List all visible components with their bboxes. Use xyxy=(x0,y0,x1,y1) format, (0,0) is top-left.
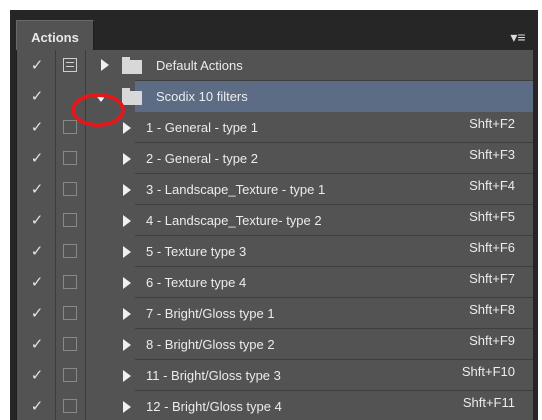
action-set-row-default-actions[interactable]: ✓ Default Actions xyxy=(17,50,533,81)
action-row[interactable]: ✓ 8 - Bright/Gloss type 2 Shft+F9 xyxy=(17,329,533,360)
toggle-item-checkmark[interactable]: ✓ xyxy=(27,267,47,298)
expand-triangle-icon[interactable] xyxy=(123,401,131,413)
expand-triangle-icon[interactable] xyxy=(123,215,131,227)
action-shortcut: Shft+F3 xyxy=(469,147,515,162)
toggle-item-checkmark[interactable]: ✓ xyxy=(27,112,47,143)
toggle-item-checkmark[interactable]: ✓ xyxy=(27,391,47,420)
expand-triangle-icon[interactable] xyxy=(123,308,131,320)
expand-triangle-icon[interactable] xyxy=(123,277,131,289)
action-label: 1 - General - type 1 xyxy=(146,120,258,135)
action-shortcut: Shft+F8 xyxy=(469,302,515,317)
toggle-item-checkmark[interactable]: ✓ xyxy=(27,205,47,236)
expand-triangle-icon[interactable] xyxy=(123,246,131,258)
action-row[interactable]: ✓ 12 - Bright/Gloss type 4 Shft+F11 xyxy=(17,391,533,420)
actions-panel-window: Actions ▾≡ ✓ Default Actions ✓ Scodix 10… xyxy=(10,10,538,420)
expand-triangle-icon[interactable] xyxy=(123,339,131,351)
action-row[interactable]: ✓ 5 - Texture type 3 Shft+F6 xyxy=(17,236,533,267)
action-shortcut: Shft+F2 xyxy=(469,116,515,131)
toggle-dialog-icon[interactable] xyxy=(63,213,77,227)
toggle-dialog-icon[interactable] xyxy=(63,399,77,413)
toggle-item-checkmark[interactable]: ✓ xyxy=(27,236,47,267)
action-shortcut: Shft+F7 xyxy=(469,271,515,286)
expand-triangle-icon[interactable] xyxy=(101,59,109,71)
toggle-dialog-icon[interactable] xyxy=(63,244,77,258)
toggle-dialog-icon[interactable] xyxy=(63,58,77,72)
toggle-dialog-icon[interactable] xyxy=(63,368,77,382)
annotation-red-circle xyxy=(71,93,125,127)
action-label: 5 - Texture type 3 xyxy=(146,244,247,259)
action-shortcut: Shft+F5 xyxy=(469,209,515,224)
toggle-dialog-icon[interactable] xyxy=(63,275,77,289)
action-row[interactable]: ✓ 2 - General - type 2 Shft+F3 xyxy=(17,143,533,174)
toggle-item-checkmark[interactable]: ✓ xyxy=(27,174,47,205)
toggle-item-checkmark[interactable]: ✓ xyxy=(27,360,47,391)
toggle-dialog-icon[interactable] xyxy=(63,306,77,320)
action-label: 12 - Bright/Gloss type 4 xyxy=(146,399,282,414)
action-set-label: Default Actions xyxy=(156,58,243,73)
toggle-dialog-icon[interactable] xyxy=(63,182,77,196)
action-row[interactable]: ✓ 7 - Bright/Gloss type 1 Shft+F8 xyxy=(17,298,533,329)
action-shortcut: Shft+F11 xyxy=(462,395,515,410)
action-label: 2 - General - type 2 xyxy=(146,151,258,166)
expand-triangle-icon[interactable] xyxy=(123,153,131,165)
toggle-item-checkmark[interactable]: ✓ xyxy=(27,50,47,81)
action-shortcut: Shft+F9 xyxy=(469,333,515,348)
toggle-item-checkmark[interactable]: ✓ xyxy=(27,298,47,329)
action-row[interactable]: ✓ 6 - Texture type 4 Shft+F7 xyxy=(17,267,533,298)
action-shortcut: Shft+F10 xyxy=(461,364,515,379)
action-label: 11 - Bright/Gloss type 3 xyxy=(146,368,281,383)
expand-triangle-icon[interactable] xyxy=(123,184,131,196)
toggle-item-checkmark[interactable]: ✓ xyxy=(27,143,47,174)
action-label: 6 - Texture type 4 xyxy=(146,275,247,290)
action-label: 7 - Bright/Gloss type 1 xyxy=(146,306,275,321)
panel-tab-bar: Actions ▾≡ xyxy=(12,13,532,53)
toggle-item-checkmark[interactable]: ✓ xyxy=(27,81,47,112)
action-shortcut: Shft+F6 xyxy=(469,240,515,255)
expand-triangle-icon[interactable] xyxy=(123,122,131,134)
expand-triangle-icon[interactable] xyxy=(123,370,131,382)
toggle-dialog-icon[interactable] xyxy=(63,120,77,134)
action-row[interactable]: ✓ 4 - Landscape_Texture- type 2 Shft+F5 xyxy=(17,205,533,236)
folder-icon xyxy=(122,57,142,74)
action-label: 4 - Landscape_Texture- type 2 xyxy=(146,213,322,228)
action-set-label: Scodix 10 filters xyxy=(156,89,248,104)
toggle-dialog-icon[interactable] xyxy=(63,337,77,351)
panel-menu-icon[interactable]: ▾≡ xyxy=(506,27,530,47)
tab-actions[interactable]: Actions xyxy=(16,20,94,53)
folder-icon xyxy=(122,88,142,105)
action-shortcut: Shft+F4 xyxy=(469,178,515,193)
toggle-dialog-icon[interactable] xyxy=(63,151,77,165)
action-label: 3 - Landscape_Texture - type 1 xyxy=(146,182,326,197)
action-row[interactable]: ✓ 11 - Bright/Gloss type 3 Shft+F10 xyxy=(17,360,533,391)
action-row[interactable]: ✓ 3 - Landscape_Texture - type 1 Shft+F4 xyxy=(17,174,533,205)
action-label: 8 - Bright/Gloss type 2 xyxy=(146,337,275,352)
toggle-item-checkmark[interactable]: ✓ xyxy=(27,329,47,360)
